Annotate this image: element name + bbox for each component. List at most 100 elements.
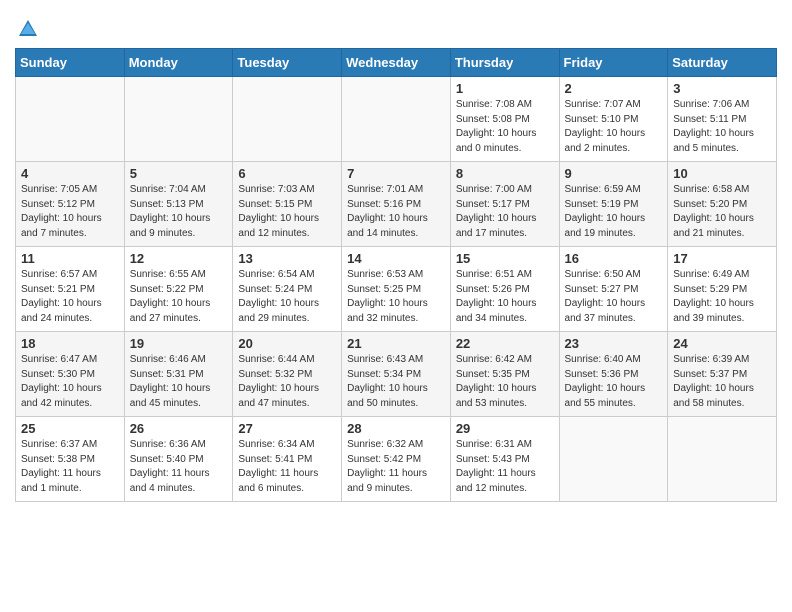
calendar-cell: 26 Sunrise: 6:36 AM Sunset: 5:40 PM Dayli…	[124, 417, 233, 502]
day-number: 6	[238, 166, 336, 181]
calendar-cell: 16 Sunrise: 6:50 AM Sunset: 5:27 PM Dayli…	[559, 247, 668, 332]
day-info: Sunrise: 7:04 AM Sunset: 5:13 PM Dayligh…	[130, 183, 228, 241]
calendar-cell: 19 Sunrise: 6:46 AM Sunset: 5:31 PM Dayli…	[124, 332, 233, 417]
day-info: Sunrise: 6:31 AM Sunset: 5:43 PM Dayligh…	[456, 438, 554, 496]
day-info: Sunrise: 6:32 AM Sunset: 5:42 PM Dayligh…	[347, 438, 445, 496]
calendar-cell: 15 Sunrise: 6:51 AM Sunset: 5:26 PM Dayli…	[450, 247, 559, 332]
day-number: 15	[456, 251, 554, 266]
calendar-cell	[559, 417, 668, 502]
day-info: Sunrise: 6:58 AM Sunset: 5:20 PM Dayligh…	[673, 183, 771, 241]
day-info: Sunrise: 6:59 AM Sunset: 5:19 PM Dayligh…	[565, 183, 663, 241]
day-info: Sunrise: 6:42 AM Sunset: 5:35 PM Dayligh…	[456, 353, 554, 411]
day-number: 29	[456, 421, 554, 436]
calendar-cell	[16, 77, 125, 162]
day-number: 3	[673, 81, 771, 96]
weekday-header-tuesday: Tuesday	[233, 49, 342, 77]
day-info: Sunrise: 7:07 AM Sunset: 5:10 PM Dayligh…	[565, 98, 663, 156]
day-info: Sunrise: 7:03 AM Sunset: 5:15 PM Dayligh…	[238, 183, 336, 241]
calendar-week-5: 25Sunrise: 6:37 AM Sunset: 5:38 PM Dayli…	[16, 417, 777, 502]
calendar-week-4: 18 Sunrise: 6:47 AM Sunset: 5:30 PM Dayli…	[16, 332, 777, 417]
calendar-cell: 20 Sunrise: 6:44 AM Sunset: 5:32 PM Dayli…	[233, 332, 342, 417]
day-number: 20	[238, 336, 336, 351]
day-info: Sunrise: 6:40 AM Sunset: 5:36 PM Dayligh…	[565, 353, 663, 411]
calendar-cell: 10 Sunrise: 6:58 AM Sunset: 5:20 PM Dayli…	[668, 162, 777, 247]
day-info: Sunrise: 6:43 AM Sunset: 5:34 PM Dayligh…	[347, 353, 445, 411]
weekday-header-wednesday: Wednesday	[342, 49, 451, 77]
calendar-cell: 7 Sunrise: 7:01 AM Sunset: 5:16 PM Daylig…	[342, 162, 451, 247]
calendar-cell: 11Sunrise: 6:57 AM Sunset: 5:21 PM Dayli…	[16, 247, 125, 332]
calendar-cell: 4 Sunrise: 7:05 AM Sunset: 5:12 PM Daylig…	[16, 162, 125, 247]
day-info: Sunrise: 7:05 AM Sunset: 5:12 PM Dayligh…	[21, 183, 119, 241]
calendar-cell: 18 Sunrise: 6:47 AM Sunset: 5:30 PM Dayli…	[16, 332, 125, 417]
day-number: 1	[456, 81, 554, 96]
calendar-cell: 6 Sunrise: 7:03 AM Sunset: 5:15 PM Daylig…	[233, 162, 342, 247]
calendar-cell: 8 Sunrise: 7:00 AM Sunset: 5:17 PM Daylig…	[450, 162, 559, 247]
day-number: 24	[673, 336, 771, 351]
calendar-cell: 23 Sunrise: 6:40 AM Sunset: 5:36 PM Dayli…	[559, 332, 668, 417]
day-info: Sunrise: 7:08 AM Sunset: 5:08 PM Dayligh…	[456, 98, 554, 156]
day-number: 21	[347, 336, 445, 351]
calendar-cell: 3 Sunrise: 7:06 AM Sunset: 5:11 PM Daylig…	[668, 77, 777, 162]
day-number: 14	[347, 251, 445, 266]
calendar-cell: 17 Sunrise: 6:49 AM Sunset: 5:29 PM Dayli…	[668, 247, 777, 332]
day-number: 2	[565, 81, 663, 96]
day-info: Sunrise: 6:50 AM Sunset: 5:27 PM Dayligh…	[565, 268, 663, 326]
day-number: 19	[130, 336, 228, 351]
day-number: 7	[347, 166, 445, 181]
day-number: 17	[673, 251, 771, 266]
day-number: 28	[347, 421, 445, 436]
day-info: Sunrise: 7:00 AM Sunset: 5:17 PM Dayligh…	[456, 183, 554, 241]
day-info: Sunrise: 6:49 AM Sunset: 5:29 PM Dayligh…	[673, 268, 771, 326]
calendar-cell	[342, 77, 451, 162]
day-info: Sunrise: 7:06 AM Sunset: 5:11 PM Dayligh…	[673, 98, 771, 156]
calendar-cell	[233, 77, 342, 162]
weekday-header-saturday: Saturday	[668, 49, 777, 77]
calendar-cell: 1 Sunrise: 7:08 AM Sunset: 5:08 PM Daylig…	[450, 77, 559, 162]
calendar-cell: 24 Sunrise: 6:39 AM Sunset: 5:37 PM Dayli…	[668, 332, 777, 417]
day-number: 10	[673, 166, 771, 181]
day-number: 4	[21, 166, 119, 181]
day-number: 16	[565, 251, 663, 266]
day-info: Sunrise: 6:39 AM Sunset: 5:37 PM Dayligh…	[673, 353, 771, 411]
day-info: Sunrise: 6:44 AM Sunset: 5:32 PM Dayligh…	[238, 353, 336, 411]
day-number: 23	[565, 336, 663, 351]
calendar-cell: 22Sunrise: 6:42 AM Sunset: 5:35 PM Dayli…	[450, 332, 559, 417]
calendar-cell	[124, 77, 233, 162]
day-info: Sunrise: 6:47 AM Sunset: 5:30 PM Dayligh…	[21, 353, 119, 411]
calendar-cell: 28 Sunrise: 6:32 AM Sunset: 5:42 PM Dayli…	[342, 417, 451, 502]
day-number: 27	[238, 421, 336, 436]
day-number: 18	[21, 336, 119, 351]
calendar-cell: 21 Sunrise: 6:43 AM Sunset: 5:34 PM Dayli…	[342, 332, 451, 417]
calendar-week-3: 11Sunrise: 6:57 AM Sunset: 5:21 PM Dayli…	[16, 247, 777, 332]
weekday-header-monday: Monday	[124, 49, 233, 77]
day-info: Sunrise: 6:51 AM Sunset: 5:26 PM Dayligh…	[456, 268, 554, 326]
day-info: Sunrise: 6:54 AM Sunset: 5:24 PM Dayligh…	[238, 268, 336, 326]
logo	[15, 18, 39, 40]
page-header	[15, 10, 777, 40]
day-info: Sunrise: 6:36 AM Sunset: 5:40 PM Dayligh…	[130, 438, 228, 496]
day-number: 8	[456, 166, 554, 181]
calendar-cell: 25Sunrise: 6:37 AM Sunset: 5:38 PM Dayli…	[16, 417, 125, 502]
day-number: 9	[565, 166, 663, 181]
day-number: 13	[238, 251, 336, 266]
calendar-cell: 27 Sunrise: 6:34 AM Sunset: 5:41 PM Dayli…	[233, 417, 342, 502]
calendar-cell: 5 Sunrise: 7:04 AM Sunset: 5:13 PM Daylig…	[124, 162, 233, 247]
day-info: Sunrise: 6:46 AM Sunset: 5:31 PM Dayligh…	[130, 353, 228, 411]
calendar-cell: 14 Sunrise: 6:53 AM Sunset: 5:25 PM Dayli…	[342, 247, 451, 332]
day-info: Sunrise: 6:34 AM Sunset: 5:41 PM Dayligh…	[238, 438, 336, 496]
weekday-header-row: SundayMondayTuesdayWednesdayThursdayFrid…	[16, 49, 777, 77]
day-info: Sunrise: 7:01 AM Sunset: 5:16 PM Dayligh…	[347, 183, 445, 241]
calendar-cell	[668, 417, 777, 502]
calendar-cell: 9 Sunrise: 6:59 AM Sunset: 5:19 PM Daylig…	[559, 162, 668, 247]
day-number: 26	[130, 421, 228, 436]
day-info: Sunrise: 6:37 AM Sunset: 5:38 PM Dayligh…	[21, 438, 119, 496]
logo-icon	[17, 18, 39, 40]
calendar-week-1: 1 Sunrise: 7:08 AM Sunset: 5:08 PM Daylig…	[16, 77, 777, 162]
calendar-table: SundayMondayTuesdayWednesdayThursdayFrid…	[15, 48, 777, 502]
day-info: Sunrise: 6:53 AM Sunset: 5:25 PM Dayligh…	[347, 268, 445, 326]
calendar-cell: 29 Sunrise: 6:31 AM Sunset: 5:43 PM Dayli…	[450, 417, 559, 502]
weekday-header-thursday: Thursday	[450, 49, 559, 77]
calendar-cell: 2 Sunrise: 7:07 AM Sunset: 5:10 PM Daylig…	[559, 77, 668, 162]
day-number: 5	[130, 166, 228, 181]
calendar-cell: 12Sunrise: 6:55 AM Sunset: 5:22 PM Dayli…	[124, 247, 233, 332]
